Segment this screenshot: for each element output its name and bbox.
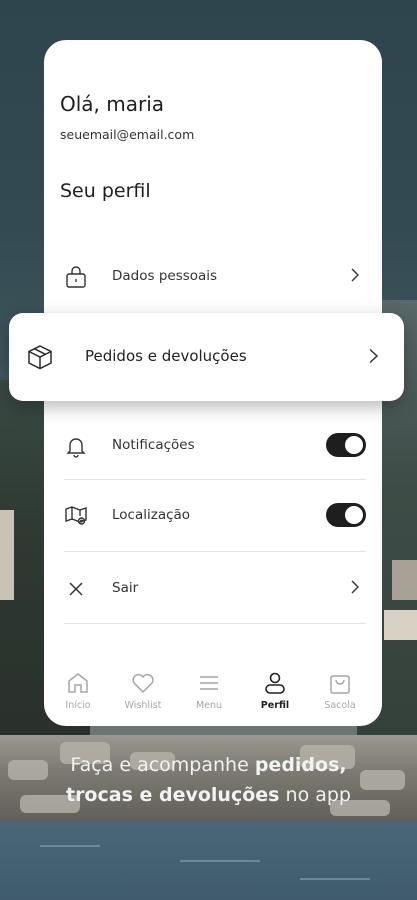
menu-item-label: Sair — [112, 580, 139, 596]
chevron-right-icon — [369, 348, 379, 364]
menu-item-localizacao: Localização — [44, 480, 382, 550]
tab-menu[interactable]: Menu — [181, 670, 237, 720]
map-pin-icon — [65, 506, 87, 525]
user-icon — [265, 672, 285, 694]
shopping-bag-icon — [330, 675, 350, 694]
menu-item-label: Localização — [112, 507, 191, 523]
notifications-toggle[interactable] — [326, 433, 366, 457]
promo-text: Faça e acompanhe — [70, 754, 255, 776]
menu-item-notificacoes: Notificações — [44, 410, 382, 480]
location-toggle[interactable] — [326, 503, 366, 527]
tab-inicio[interactable]: Início — [50, 670, 106, 720]
tab-label: Menu — [195, 700, 223, 711]
bottom-tab-bar: Início Wishlist Menu Perfil Sacola — [44, 666, 382, 726]
promo-text-bold: pedidos, — [254, 754, 347, 776]
tab-wishlist[interactable]: Wishlist — [115, 670, 171, 720]
menu-item-sair[interactable]: Sair — [44, 553, 382, 623]
tab-label: Wishlist — [124, 700, 162, 711]
heart-icon — [132, 673, 154, 694]
menu-icon — [200, 676, 218, 690]
tab-label: Início — [65, 700, 91, 711]
tab-perfil[interactable]: Perfil — [247, 670, 303, 720]
user-email: seuemail@email.com — [60, 127, 195, 142]
promo-text-bold: trocas e devoluções — [65, 784, 280, 806]
section-title: Seu perfil — [60, 180, 151, 202]
chevron-right-icon — [351, 268, 359, 282]
toggle-knob — [345, 436, 363, 454]
bell-icon — [66, 438, 86, 458]
menu-item-label: Dados pessoais — [112, 268, 218, 284]
menu-item-pedidos-devolucoes[interactable]: Pedidos e devoluções — [9, 313, 404, 401]
close-icon — [69, 582, 83, 596]
menu-item-dados-pessoais[interactable]: Dados pessoais — [44, 241, 382, 311]
home-icon — [68, 673, 88, 693]
divider — [64, 623, 366, 624]
promo-headline: Faça e acompanhe pedidos, trocas e devol… — [0, 750, 417, 810]
chevron-right-icon — [351, 580, 359, 594]
divider — [64, 551, 366, 552]
lock-icon — [66, 266, 86, 288]
tab-label: Perfil — [260, 700, 290, 711]
tab-sacola[interactable]: Sacola — [312, 670, 368, 720]
tab-label: Sacola — [324, 700, 356, 711]
menu-item-label: Pedidos e devoluções — [85, 347, 247, 365]
menu-item-label: Notificações — [112, 437, 195, 453]
greeting-text: Olá, maria — [60, 92, 165, 116]
promo-text: no app — [279, 784, 351, 806]
package-icon — [28, 345, 52, 370]
toggle-knob — [345, 506, 363, 524]
